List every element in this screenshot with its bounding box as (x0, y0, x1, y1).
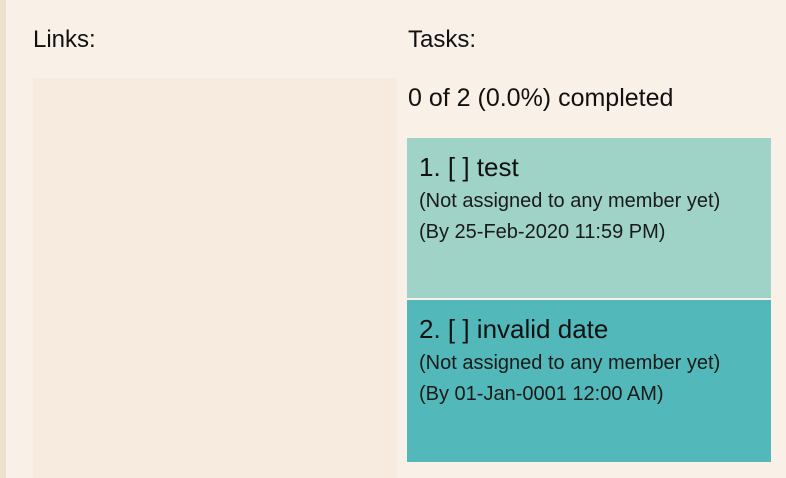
links-heading: Links: (33, 26, 96, 53)
task-title: 1. [ ] test (419, 152, 519, 182)
links-list[interactable] (33, 78, 397, 478)
task-item[interactable]: 1. [ ] test (Not assigned to any member … (407, 138, 771, 298)
task-item[interactable]: 2. [ ] invalid date (Not assigned to any… (407, 300, 771, 462)
task-title: 2. [ ] invalid date (419, 314, 609, 344)
tasks-heading: Tasks: (408, 26, 477, 53)
task-deadline: (By 01-Jan-0001 12:00 AM) (419, 383, 664, 405)
task-assignment: (Not assigned to any member yet) (419, 352, 721, 374)
task-progress: 0 of 2 (0.0%) completed (408, 84, 674, 112)
task-deadline: (By 25-Feb-2020 11:59 PM) (419, 221, 666, 243)
left-border (0, 0, 6, 478)
task-assignment: (Not assigned to any member yet) (419, 190, 721, 212)
